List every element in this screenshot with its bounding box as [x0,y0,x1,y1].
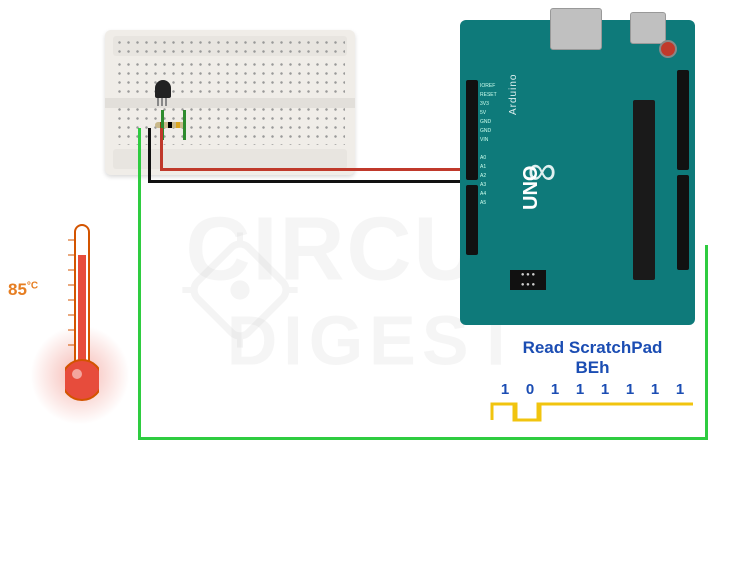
usb-port [550,8,602,50]
scratchpad-line2: BEh [576,358,610,377]
temperature-unit: °C [27,280,38,291]
bit-2: 1 [544,381,566,398]
arduino-model-label: UNO [520,166,543,210]
bit-3: 1 [569,381,591,398]
wire-5v-horizontal [160,168,468,171]
scratchpad-panel: Read ScratchPad BEh 1 0 1 1 1 1 1 1 [490,338,695,429]
bit-1: 0 [519,381,541,398]
bit-7: 1 [669,381,691,398]
thermometer [45,220,115,420]
analog-header [466,185,478,255]
icsp-header: ● ● ●● ● ● [510,270,546,290]
atmega328p-chip [633,100,655,280]
barrel-jack [630,12,666,44]
breadboard [105,30,355,175]
pin-labels-power: IOREF RESET 3V3 5V GND GND VIN A0 A1 A2 … [480,82,497,208]
breadboard-top-rail [115,38,345,56]
digital-header-low [677,175,689,270]
watermark-chip-icon [180,230,300,350]
bit-4: 1 [594,381,616,398]
temperature-readout: 85°C [8,280,38,300]
wire-data-vertical-left [138,128,141,440]
power-header [466,80,478,180]
temperature-value: 85 [8,280,27,299]
wire-data-vertical-right [705,245,708,440]
wire-gnd-horizontal [148,180,468,183]
wire-data-horizontal-bottom [138,437,708,440]
reset-button[interactable] [659,40,677,58]
bit-0: 1 [494,381,516,398]
ds18b20-sensor [155,80,171,98]
wire-5v-vertical [160,128,163,171]
arduino-brand-label: Arduino [508,74,519,115]
signal-waveform [490,400,695,424]
scratchpad-bits-row: 1 0 1 1 1 1 1 1 [490,381,695,398]
scratchpad-line1: Read ScratchPad [523,338,663,357]
digital-header-high [677,70,689,170]
arduino-uno-board: ● ● ●● ● ● ∞ Arduino UNO IOREF RESET 3V3… [460,20,695,325]
bit-5: 1 [619,381,641,398]
bit-6: 1 [644,381,666,398]
wiring-diagram: CIRCUIT DIGEST ● ● ●● ● ● ∞ Arduino UNO … [0,0,750,585]
scratchpad-title: Read ScratchPad BEh [490,338,695,377]
breadboard-center-channel [105,98,355,108]
thermometer-icon [65,220,99,410]
jumper-green-2 [183,110,186,140]
wire-gnd-vertical [148,128,151,183]
